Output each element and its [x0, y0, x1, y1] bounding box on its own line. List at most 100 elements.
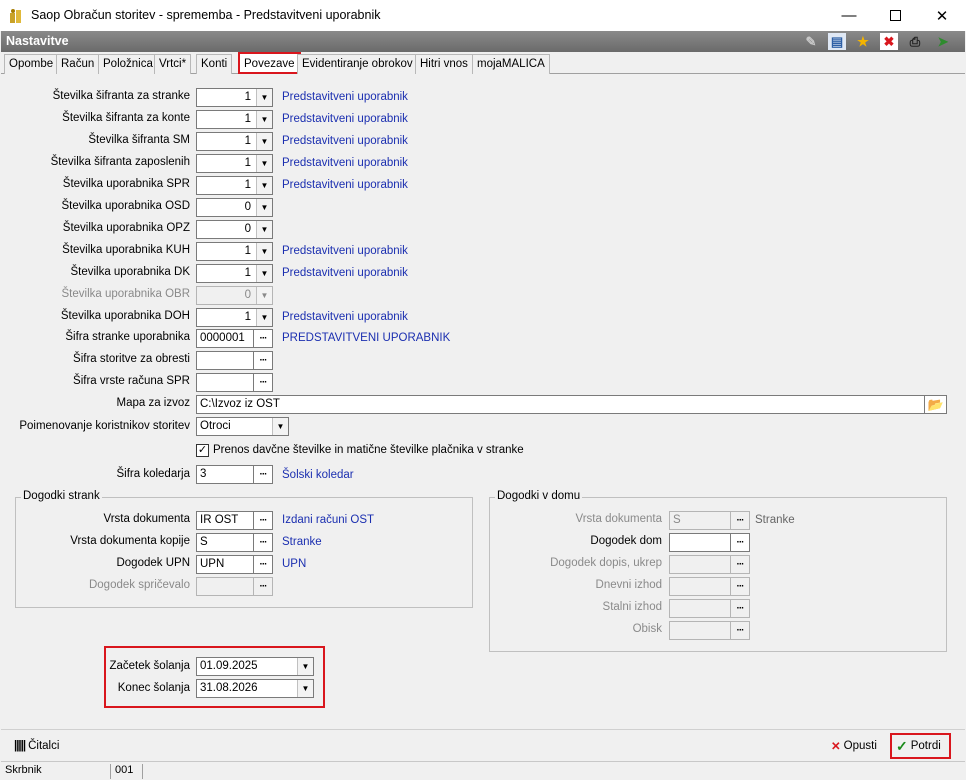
field-select[interactable]: 1 ▼	[196, 110, 273, 129]
dom-row-input[interactable]: S	[669, 511, 731, 530]
field-link[interactable]: Predstavitveni uporabnik	[282, 135, 408, 147]
konec-date-input[interactable]: 31.08.2026 ▼	[196, 679, 314, 698]
dom-row-browse-button[interactable]: ···	[731, 577, 750, 596]
dom-row-input[interactable]	[669, 533, 731, 552]
minimize-icon[interactable]: —	[826, 0, 872, 31]
mapa-input[interactable]: C:\Izvoz iz OST	[196, 395, 925, 414]
field-link[interactable]: Predstavitveni uporabnik	[282, 91, 408, 103]
strank-row-browse-button[interactable]: ···	[254, 511, 273, 530]
chevron-down-icon[interactable]: ▼	[256, 89, 272, 106]
strank-row-browse-button[interactable]: ···	[254, 577, 273, 596]
field-select[interactable]: 1 ▼	[196, 176, 273, 195]
dom-row-label: Dogodek dom	[590, 535, 662, 547]
field-select[interactable]: 1 ▼	[196, 308, 273, 327]
strank-row-browse-button[interactable]: ···	[254, 533, 273, 552]
citalci-button[interactable]: ||||| Čitalci	[10, 735, 63, 757]
field-select[interactable]: 1 ▼	[196, 154, 273, 173]
close-icon[interactable]: ✕	[919, 0, 965, 31]
tab-vrtci[interactable]: Vrtci*	[154, 54, 192, 74]
chevron-down-icon[interactable]: ▼	[256, 133, 272, 150]
sifra-vrste-input[interactable]	[196, 373, 254, 392]
grid-icon[interactable]: ▤	[828, 33, 846, 50]
chevron-down-icon[interactable]: ▼	[272, 418, 288, 435]
field-label: Številka uporabnika KUH	[62, 244, 190, 256]
potrdi-button[interactable]: ✓ Potrdi	[890, 733, 951, 759]
dom-row-input[interactable]	[669, 577, 731, 596]
strank-row-input[interactable]: UPN	[196, 555, 254, 574]
field-link[interactable]: Predstavitveni uporabnik	[282, 179, 408, 191]
field-link[interactable]: Predstavitveni uporabnik	[282, 245, 408, 257]
sifra-stranke-browse-button[interactable]: ···	[254, 329, 273, 348]
chevron-down-icon[interactable]: ▼	[256, 265, 272, 282]
strank-row-link[interactable]: Izdani računi OST	[282, 514, 374, 526]
edit-icon[interactable]: ✎	[802, 33, 820, 50]
dom-row-input[interactable]	[669, 599, 731, 618]
folder-icon[interactable]: 📂	[925, 395, 947, 414]
dom-row-browse-button[interactable]: ···	[731, 555, 750, 574]
koledar-input[interactable]: 3	[196, 465, 254, 484]
chevron-down-icon[interactable]: ▼	[256, 243, 272, 260]
tab-konti[interactable]: Konti	[196, 54, 233, 74]
dom-row-browse-button[interactable]: ···	[731, 533, 750, 552]
tab-racun[interactable]: Račun	[56, 54, 100, 74]
field-link[interactable]: Predstavitveni uporabnik	[282, 267, 408, 279]
tab-hitri-vnos[interactable]: Hitri vnos	[415, 54, 473, 74]
poimenovanje-value: Otroci	[200, 420, 231, 432]
field-select[interactable]: 1 ▼	[196, 132, 273, 151]
field-select[interactable]: 1 ▼	[196, 242, 273, 261]
chevron-down-icon[interactable]: ▼	[256, 199, 272, 216]
chevron-down-icon[interactable]: ▼	[256, 221, 272, 238]
strank-row-input[interactable]: IR OST	[196, 511, 254, 530]
chevron-down-icon[interactable]: ▼	[256, 309, 272, 326]
field-select[interactable]: 0 ▼	[196, 198, 273, 217]
tab-opombe[interactable]: Opombe	[4, 54, 59, 74]
dom-row-browse-button[interactable]: ···	[731, 599, 750, 618]
dom-row-input[interactable]	[669, 621, 731, 640]
chevron-down-icon[interactable]: ▼	[256, 155, 272, 172]
dom-row-browse-button[interactable]: ···	[731, 621, 750, 640]
chevron-down-icon[interactable]: ▼	[256, 287, 272, 304]
strank-row-input[interactable]: S	[196, 533, 254, 552]
field-link[interactable]: Predstavitveni uporabnik	[282, 113, 408, 125]
dom-row-input[interactable]	[669, 555, 731, 574]
delete-icon[interactable]: ✖	[880, 33, 898, 50]
poimenovanje-select[interactable]: Otroci ▼	[196, 417, 289, 436]
star-icon[interactable]: ★	[854, 33, 872, 50]
prenos-checkbox[interactable]: ✓	[196, 444, 209, 457]
koledar-browse-button[interactable]: ···	[254, 465, 273, 484]
print-icon[interactable]: ⎙	[906, 33, 924, 50]
field-label: Številka uporabnika DOH	[60, 310, 190, 322]
strank-row-label: Vrsta dokumenta	[103, 513, 190, 525]
field-select[interactable]: 0 ▼	[196, 220, 273, 239]
dom-row-label: Vrsta dokumenta	[575, 513, 662, 525]
field-select[interactable]: 1 ▼	[196, 88, 273, 107]
field-select[interactable]: 1 ▼	[196, 264, 273, 283]
dom-row-browse-button[interactable]: ···	[731, 511, 750, 530]
export-icon[interactable]: ➤	[934, 33, 952, 50]
konec-label: Konec šolanja	[117, 682, 190, 694]
strank-row-link[interactable]: Stranke	[282, 536, 322, 548]
tab-evidentiranje[interactable]: Evidentiranje obrokov	[297, 54, 418, 74]
tab-polozbnica[interactable]: Položnica	[98, 54, 158, 74]
chevron-down-icon[interactable]: ▼	[256, 111, 272, 128]
strank-row-browse-button[interactable]: ···	[254, 555, 273, 574]
chevron-down-icon[interactable]: ▼	[256, 177, 272, 194]
tab-mojamalica[interactable]: mojaMALICA	[472, 54, 550, 74]
opusti-button[interactable]: ✕ Opusti	[827, 735, 881, 757]
sifra-stranke-link[interactable]: PREDSTAVITVENI UPORABNIK	[282, 332, 450, 344]
sifra-storitve-input[interactable]	[196, 351, 254, 370]
chevron-down-icon[interactable]: ▼	[297, 658, 313, 675]
maximize-icon[interactable]	[872, 0, 918, 31]
zacetek-date-input[interactable]: 01.09.2025 ▼	[196, 657, 314, 676]
sifra-vrste-browse-button[interactable]: ···	[254, 373, 273, 392]
tab-povezave[interactable]: Povezave	[238, 52, 301, 74]
field-value: 1	[244, 311, 251, 323]
strank-row-input[interactable]	[196, 577, 254, 596]
field-link[interactable]: Predstavitveni uporabnik	[282, 157, 408, 169]
sifra-stranke-input[interactable]: 0000001	[196, 329, 254, 348]
strank-row-link[interactable]: UPN	[282, 558, 306, 570]
field-link[interactable]: Predstavitveni uporabnik	[282, 311, 408, 323]
koledar-link[interactable]: Šolski koledar	[282, 469, 354, 481]
chevron-down-icon[interactable]: ▼	[297, 680, 313, 697]
sifra-storitve-browse-button[interactable]: ···	[254, 351, 273, 370]
